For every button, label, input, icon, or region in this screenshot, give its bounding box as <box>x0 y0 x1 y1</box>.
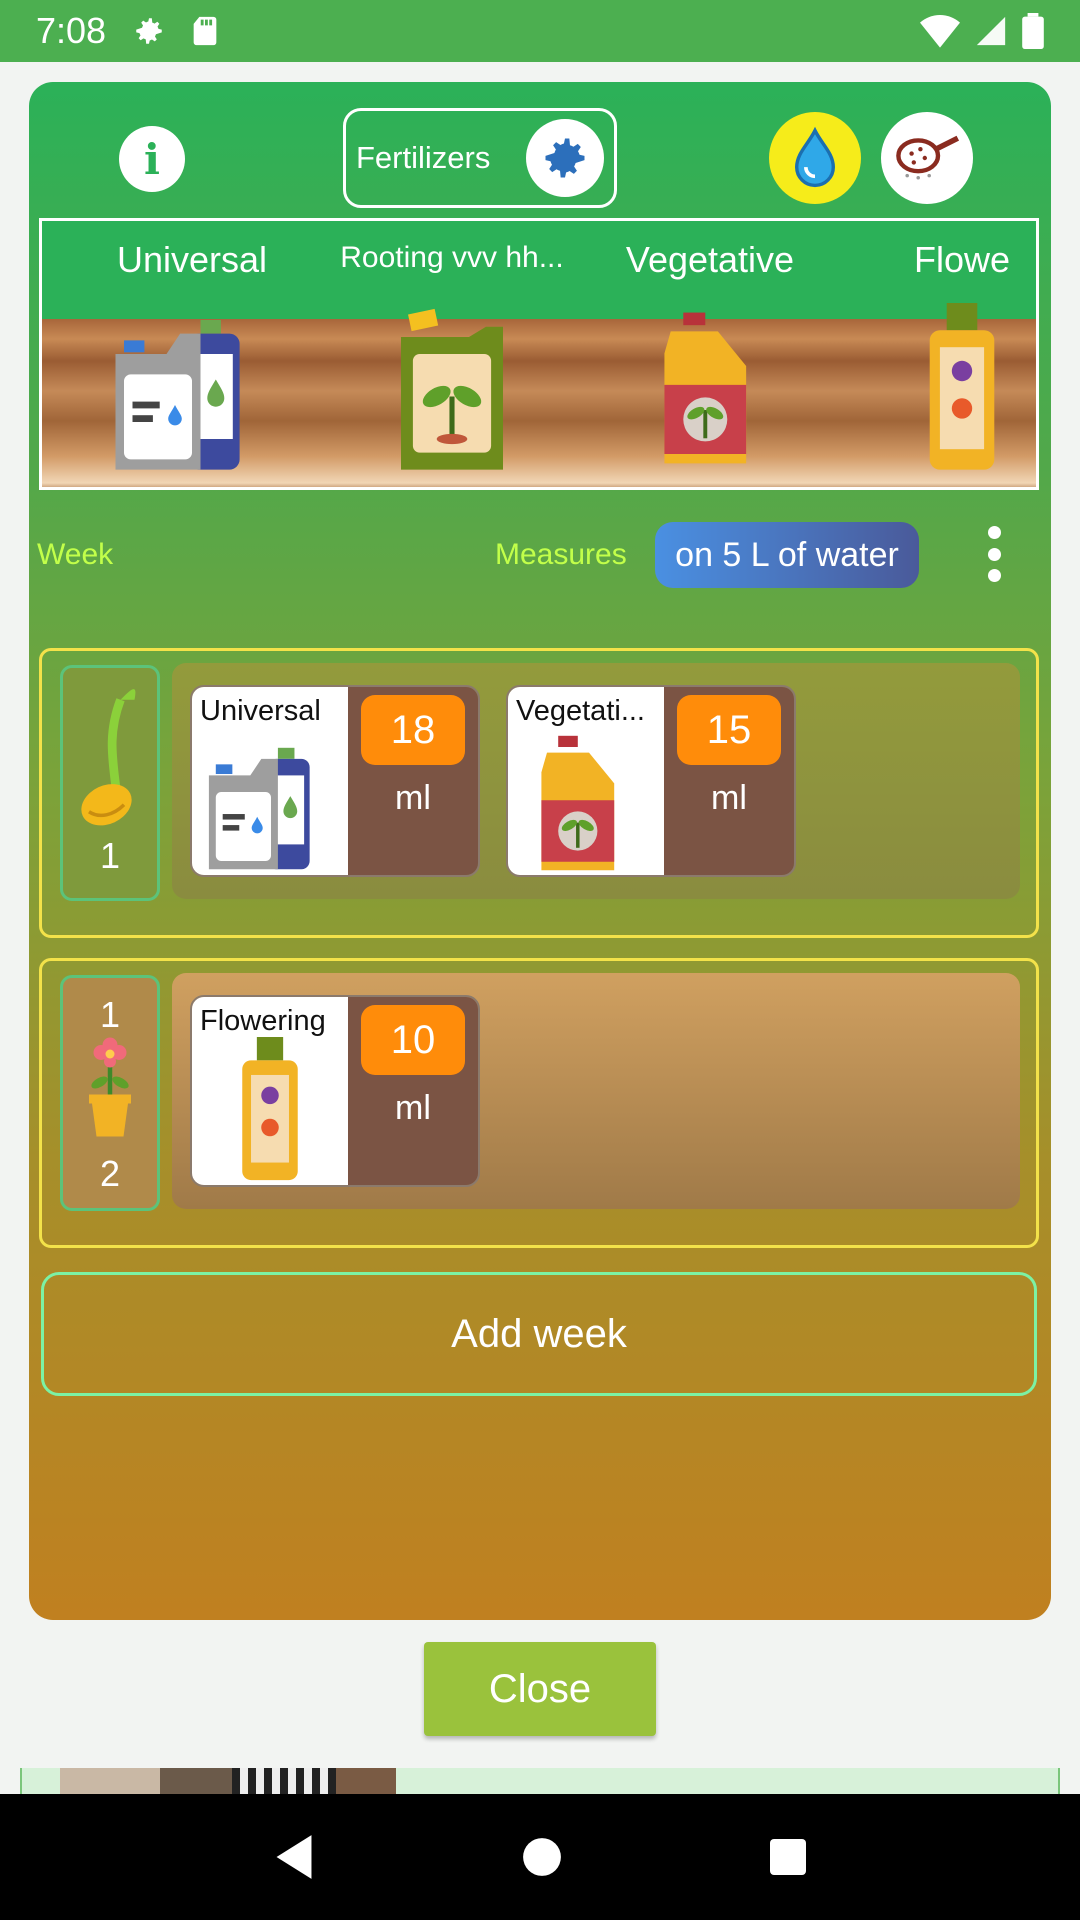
gear-icon <box>526 119 604 197</box>
back-icon[interactable] <box>272 1833 316 1881</box>
week-row: 1 Universal 18 ml Vegetati... 15 ml <box>39 648 1039 938</box>
status-time: 7:08 <box>36 10 107 51</box>
shelf-item-label: Vegetative <box>625 239 795 280</box>
shelf-item-universal[interactable]: Universal <box>72 221 312 487</box>
water-drop-icon <box>794 126 836 188</box>
recents-icon[interactable] <box>768 1837 808 1877</box>
week-range-start: 1 <box>99 994 121 1035</box>
fertilizer-picture: Universal <box>192 687 348 875</box>
dose-amount: 18 ml <box>348 687 478 875</box>
add-week-button[interactable]: Add week <box>41 1272 1037 1396</box>
dose-unit: ml <box>395 1089 431 1127</box>
fertilizer-picture: Vegetati... <box>508 687 664 875</box>
vegetative-bottle-icon <box>664 312 747 464</box>
week-fertilizer-panel: Flowering 10 ml <box>172 973 1020 1209</box>
universal-bottle-icon <box>208 747 310 870</box>
shelf-item-rooting[interactable]: Rooting vvv hh... <box>332 221 572 487</box>
fertilizer-picture: Flowering <box>192 997 348 1185</box>
sd-card-icon <box>193 16 217 46</box>
fertilizer-name: Universal <box>200 695 321 727</box>
navigation-bar <box>0 1794 1080 1920</box>
fertilizer-name: Flowering <box>200 1005 326 1037</box>
dose-amount: 15 ml <box>664 687 794 875</box>
shelf-item-label: Universal <box>116 239 268 280</box>
rooting-bottle-icon <box>401 308 503 470</box>
dose-value: 18 <box>361 695 465 765</box>
wifi-icon <box>920 15 960 48</box>
week-fertilizer-panel: Universal 18 ml Vegetati... 15 ml <box>172 663 1020 899</box>
dose-value: 10 <box>361 1005 465 1075</box>
flowering-bottle-icon <box>242 1037 298 1181</box>
measures-selector[interactable]: on 5 L of water <box>655 522 919 588</box>
measures-label: Measures <box>495 538 627 571</box>
dialog-toolbar: i Fertilizers <box>29 82 1051 232</box>
shelf-item-label: Flowe <box>913 239 1011 280</box>
schedule-header-row: Week Measures on 5 L of water <box>29 518 1051 588</box>
home-icon[interactable] <box>521 1836 563 1878</box>
fertilizer-dose-card[interactable]: Universal 18 ml <box>190 685 480 877</box>
more-dot-icon <box>987 526 1001 539</box>
dose-value: 15 <box>677 695 781 765</box>
flower-pot-icon <box>89 1037 131 1137</box>
background-thumbnail <box>336 1768 396 1794</box>
signal-icon <box>976 16 1006 46</box>
shelf-item-label: Rooting vvv hh... <box>340 241 564 274</box>
more-dot-icon <box>987 547 1001 561</box>
info-icon: i <box>144 134 160 184</box>
shelf-item-vegetative[interactable]: Vegetative <box>590 221 830 487</box>
more-dot-icon <box>987 569 1001 582</box>
settings-status-icon <box>136 18 162 44</box>
info-button[interactable]: i <box>119 126 185 192</box>
battery-icon <box>1022 13 1044 49</box>
week-badge[interactable]: 1 <box>60 665 160 901</box>
fertilizer-name: Vegetati... <box>516 695 645 727</box>
water-mode-button[interactable] <box>769 112 861 204</box>
seed-sprout-icon <box>81 689 136 826</box>
vegetative-bottle-icon <box>541 735 615 871</box>
week-badge[interactable]: 1 2 <box>60 975 160 1211</box>
dose-unit: ml <box>711 779 747 817</box>
fertilizer-shelf[interactable]: Universal Rooting vvv hh... Vegetative F… <box>39 218 1039 490</box>
status-bar: 7:08 <box>0 0 1080 62</box>
week-row: 1 2 Flowering 10 ml <box>39 958 1039 1248</box>
background-thumbnail <box>60 1768 160 1794</box>
week-number: 1 <box>99 835 121 876</box>
more-options-button[interactable] <box>979 522 1009 586</box>
fertilizer-dose-card[interactable]: Flowering 10 ml <box>190 995 480 1187</box>
week-range-end: 2 <box>99 1153 121 1194</box>
feeding-schedule-dialog: i Fertilizers Universal Rooting vvv hh..… <box>29 82 1051 1620</box>
flowering-bottle-icon <box>929 303 995 470</box>
soil-spoon-icon <box>896 135 960 180</box>
background-thumbnail <box>232 1768 336 1794</box>
close-button[interactable]: Close <box>424 1642 656 1736</box>
fertilizers-button[interactable]: Fertilizers <box>343 108 617 208</box>
soil-mode-button[interactable] <box>881 112 973 204</box>
dose-unit: ml <box>395 779 431 817</box>
fertilizers-label: Fertilizers <box>356 140 491 175</box>
dose-amount: 10 ml <box>348 997 478 1185</box>
shelf-item-flowering[interactable]: Flowe <box>842 221 1036 487</box>
fertilizer-dose-card[interactable]: Vegetati... 15 ml <box>506 685 796 877</box>
week-label: Week <box>37 538 114 571</box>
background-list-strip <box>20 1768 1060 1794</box>
universal-bottle-icon <box>115 320 240 470</box>
